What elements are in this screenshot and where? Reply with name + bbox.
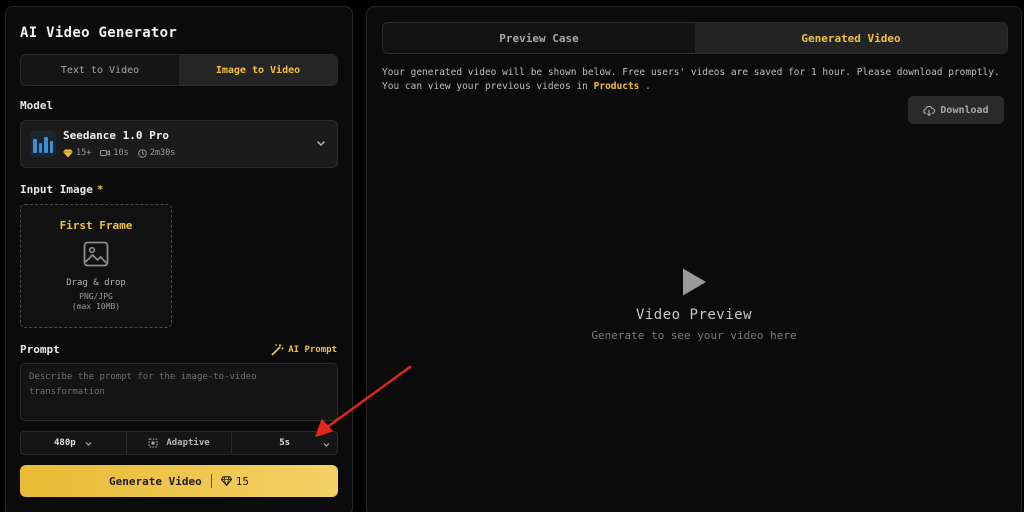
generate-label: Generate Video (109, 474, 202, 488)
info-text: Your generated video will be shown below… (382, 66, 1008, 94)
diamond-icon (63, 149, 73, 157)
preview-tabs: Preview Case Generated Video (382, 22, 1008, 54)
download-button[interactable]: Download (908, 96, 1004, 124)
products-link[interactable]: Products (594, 81, 640, 92)
options-row: 480p Adaptive 5s (20, 431, 338, 455)
duration-value: 5s (279, 438, 291, 448)
input-image-label: Input Image * (20, 183, 104, 196)
video-preview-area: Video Preview Generate to see your video… (367, 267, 1021, 342)
button-divider (210, 474, 212, 488)
aspect-ratio-icon (148, 438, 158, 448)
generate-video-button[interactable]: Generate Video 15 (20, 465, 338, 497)
app-title: AI Video Generator (20, 25, 178, 41)
model-label: Model (20, 99, 54, 112)
aspect-ratio-select[interactable]: Adaptive (127, 432, 233, 454)
upload-size-limit: (max 10MB) (71, 302, 121, 311)
aspect-ratio-value: Adaptive (166, 438, 210, 448)
chevron-down-icon (323, 443, 330, 447)
generate-cost: 15 (220, 475, 249, 488)
upload-hint: Drag & drop (66, 278, 126, 288)
mode-tabs: Text to Video Image to Video (20, 54, 338, 86)
chevron-down-icon (85, 441, 92, 446)
resolution-value: 480p (53, 438, 76, 448)
upload-title: First Frame (59, 219, 133, 232)
image-icon (83, 241, 109, 267)
model-credits: 15+ (63, 148, 91, 158)
magic-wand-icon (271, 344, 284, 356)
model-time: 2m30s (137, 148, 175, 158)
prompt-label: Prompt (20, 343, 60, 356)
cloud-download-icon (923, 105, 936, 116)
diamond-icon (220, 476, 232, 486)
generator-panel: AI Video Generator Text to Video Image t… (5, 6, 353, 512)
play-icon (683, 268, 706, 296)
ai-prompt-button[interactable]: AI Prompt (271, 343, 337, 356)
model-meta: 15+ 10s 2m30s (63, 148, 175, 158)
info-line-1: Your generated video will be shown below… (382, 67, 1000, 78)
chevron-down-icon (317, 141, 325, 146)
model-logo-icon (30, 131, 56, 157)
video-camera-icon (100, 150, 111, 156)
resolution-select[interactable]: 480p (21, 432, 127, 454)
model-name: Seedance 1.0 Pro (63, 129, 169, 142)
preview-panel: Preview Case Generated Video Your genera… (366, 6, 1022, 512)
duration-select[interactable]: 5s (232, 432, 337, 454)
model-duration: 10s (100, 148, 129, 158)
tab-text-to-video[interactable]: Text to Video (21, 55, 179, 85)
required-mark: * (96, 183, 104, 196)
first-frame-upload[interactable]: First Frame Drag & drop PNG/JPG (max 10M… (20, 204, 172, 328)
upload-formats: PNG/JPG (79, 292, 113, 301)
tab-generated-video[interactable]: Generated Video (695, 23, 1007, 53)
prompt-input[interactable] (20, 363, 338, 421)
tab-preview-case[interactable]: Preview Case (383, 23, 695, 53)
preview-subtitle: Generate to see your video here (591, 329, 797, 342)
info-line-2: You can view your previous videos in Pro… (382, 81, 651, 92)
preview-title: Video Preview (635, 307, 753, 323)
tab-image-to-video[interactable]: Image to Video (179, 55, 337, 85)
clock-icon (137, 148, 147, 158)
model-select[interactable]: Seedance 1.0 Pro 15+ 10s 2m30s (20, 120, 338, 168)
